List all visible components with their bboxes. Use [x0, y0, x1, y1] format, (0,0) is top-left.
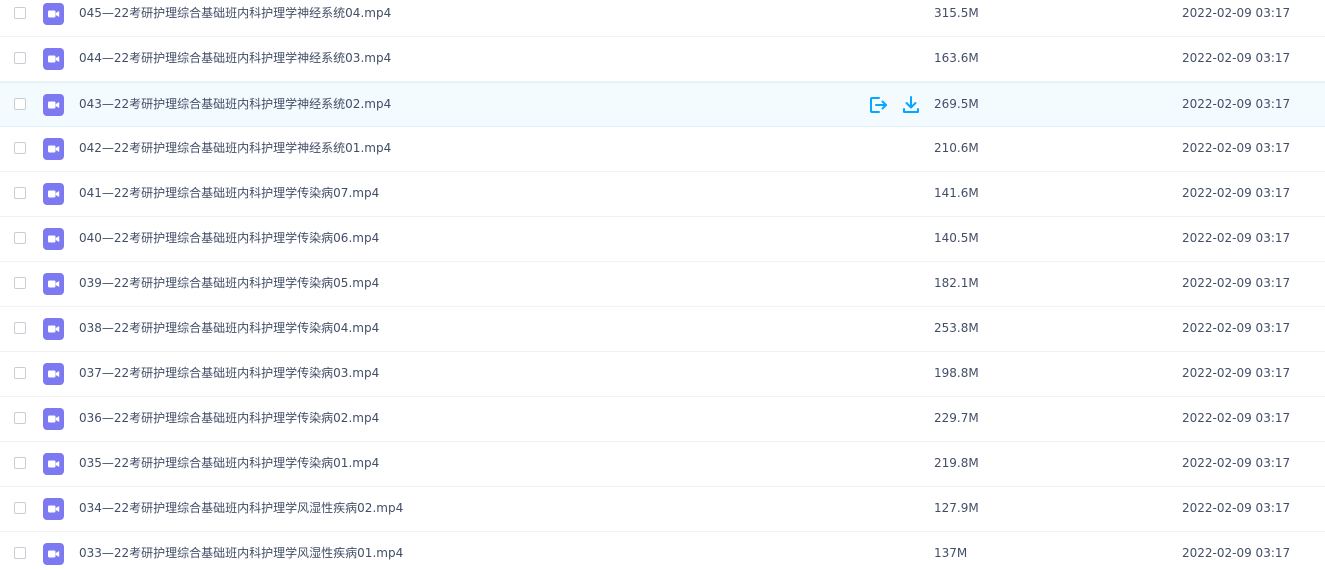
file-name[interactable]: 035—22考研护理综合基础班内科护理学传染病01.mp4 [79, 456, 379, 471]
file-name[interactable]: 044—22考研护理综合基础班内科护理学神经系统03.mp4 [79, 51, 391, 66]
share-icon[interactable] [868, 95, 888, 115]
file-name[interactable]: 033—22考研护理综合基础班内科护理学风湿性疾病01.mp4 [79, 546, 403, 561]
video-file-icon [43, 273, 64, 295]
file-modified-date: 2022-02-09 03:17 [1182, 51, 1291, 65]
file-name[interactable]: 042—22考研护理综合基础班内科护理学神经系统01.mp4 [79, 141, 391, 156]
file-row[interactable]: 035—22考研护理综合基础班内科护理学传染病01.mp4 219.8M 202… [0, 442, 1325, 487]
file-modified-date: 2022-02-09 03:17 [1182, 456, 1291, 470]
row-checkbox[interactable] [14, 142, 26, 154]
file-modified-date: 2022-02-09 03:17 [1182, 6, 1291, 20]
file-name[interactable]: 041—22考研护理综合基础班内科护理学传染病07.mp4 [79, 186, 379, 201]
file-row[interactable]: 045—22考研护理综合基础班内科护理学神经系统04.mp4 315.5M 20… [0, 0, 1325, 37]
file-row[interactable]: 034—22考研护理综合基础班内科护理学风湿性疾病02.mp4 127.9M 2… [0, 487, 1325, 532]
row-checkbox[interactable] [14, 412, 26, 424]
file-modified-date: 2022-02-09 03:17 [1182, 366, 1291, 380]
file-row[interactable]: 033—22考研护理综合基础班内科护理学风湿性疾病01.mp4 137M 202… [0, 532, 1325, 570]
row-checkbox[interactable] [14, 7, 26, 19]
file-size: 210.6M [934, 141, 979, 155]
video-file-icon [43, 363, 64, 385]
file-name[interactable]: 043—22考研护理综合基础班内科护理学神经系统02.mp4 [79, 97, 391, 112]
file-size: 315.5M [934, 6, 979, 20]
video-file-icon [43, 408, 64, 430]
file-modified-date: 2022-02-09 03:17 [1182, 231, 1291, 245]
video-file-icon [43, 3, 64, 25]
file-size: 219.8M [934, 456, 979, 470]
file-size: 198.8M [934, 366, 979, 380]
video-file-icon [43, 318, 64, 340]
file-size: 137M [934, 546, 968, 560]
file-size: 229.7M [934, 411, 979, 425]
row-checkbox[interactable] [14, 98, 26, 110]
row-checkbox[interactable] [14, 277, 26, 289]
file-modified-date: 2022-02-09 03:17 [1182, 276, 1291, 290]
file-row[interactable]: 038—22考研护理综合基础班内科护理学传染病04.mp4 253.8M 202… [0, 307, 1325, 352]
file-list: 045—22考研护理综合基础班内科护理学神经系统04.mp4 315.5M 20… [0, 0, 1325, 570]
file-name[interactable]: 036—22考研护理综合基础班内科护理学传染病02.mp4 [79, 411, 379, 426]
video-file-icon [43, 48, 64, 70]
file-name[interactable]: 038—22考研护理综合基础班内科护理学传染病04.mp4 [79, 321, 379, 336]
file-size: 141.6M [934, 186, 979, 200]
file-name[interactable]: 045—22考研护理综合基础班内科护理学神经系统04.mp4 [79, 6, 391, 21]
video-file-icon [43, 453, 64, 475]
file-name[interactable]: 034—22考研护理综合基础班内科护理学风湿性疾病02.mp4 [79, 501, 403, 516]
video-file-icon [43, 94, 64, 116]
video-file-icon [43, 498, 64, 520]
row-checkbox[interactable] [14, 52, 26, 64]
file-size: 140.5M [934, 231, 979, 245]
file-size: 182.1M [934, 276, 979, 290]
row-checkbox[interactable] [14, 322, 26, 334]
file-name[interactable]: 037—22考研护理综合基础班内科护理学传染病03.mp4 [79, 366, 379, 381]
file-size: 269.5M [934, 97, 979, 111]
video-file-icon [43, 183, 64, 205]
video-file-icon [43, 228, 64, 250]
file-modified-date: 2022-02-09 03:17 [1182, 546, 1291, 560]
row-checkbox[interactable] [14, 547, 26, 559]
file-row[interactable]: 039—22考研护理综合基础班内科护理学传染病05.mp4 182.1M 202… [0, 262, 1325, 307]
file-modified-date: 2022-02-09 03:17 [1182, 141, 1291, 155]
download-icon[interactable] [901, 95, 921, 115]
file-size: 253.8M [934, 321, 979, 335]
file-size: 127.9M [934, 501, 979, 515]
row-checkbox[interactable] [14, 502, 26, 514]
file-modified-date: 2022-02-09 03:17 [1182, 186, 1291, 200]
file-name[interactable]: 040—22考研护理综合基础班内科护理学传染病06.mp4 [79, 231, 379, 246]
file-row[interactable]: 040—22考研护理综合基础班内科护理学传染病06.mp4 140.5M 202… [0, 217, 1325, 262]
file-modified-date: 2022-02-09 03:17 [1182, 97, 1291, 111]
file-name[interactable]: 039—22考研护理综合基础班内科护理学传染病05.mp4 [79, 276, 379, 291]
video-file-icon [43, 543, 64, 565]
file-modified-date: 2022-02-09 03:17 [1182, 321, 1291, 335]
row-checkbox[interactable] [14, 367, 26, 379]
row-checkbox[interactable] [14, 457, 26, 469]
file-row[interactable]: 043—22考研护理综合基础班内科护理学神经系统02.mp4 269.5M 20… [0, 82, 1325, 127]
row-checkbox[interactable] [14, 232, 26, 244]
file-size: 163.6M [934, 51, 979, 65]
file-row[interactable]: 041—22考研护理综合基础班内科护理学传染病07.mp4 141.6M 202… [0, 172, 1325, 217]
video-file-icon [43, 138, 64, 160]
row-checkbox[interactable] [14, 187, 26, 199]
file-row[interactable]: 042—22考研护理综合基础班内科护理学神经系统01.mp4 210.6M 20… [0, 127, 1325, 172]
file-modified-date: 2022-02-09 03:17 [1182, 501, 1291, 515]
file-row[interactable]: 036—22考研护理综合基础班内科护理学传染病02.mp4 229.7M 202… [0, 397, 1325, 442]
file-row[interactable]: 044—22考研护理综合基础班内科护理学神经系统03.mp4 163.6M 20… [0, 37, 1325, 82]
file-modified-date: 2022-02-09 03:17 [1182, 411, 1291, 425]
file-row[interactable]: 037—22考研护理综合基础班内科护理学传染病03.mp4 198.8M 202… [0, 352, 1325, 397]
